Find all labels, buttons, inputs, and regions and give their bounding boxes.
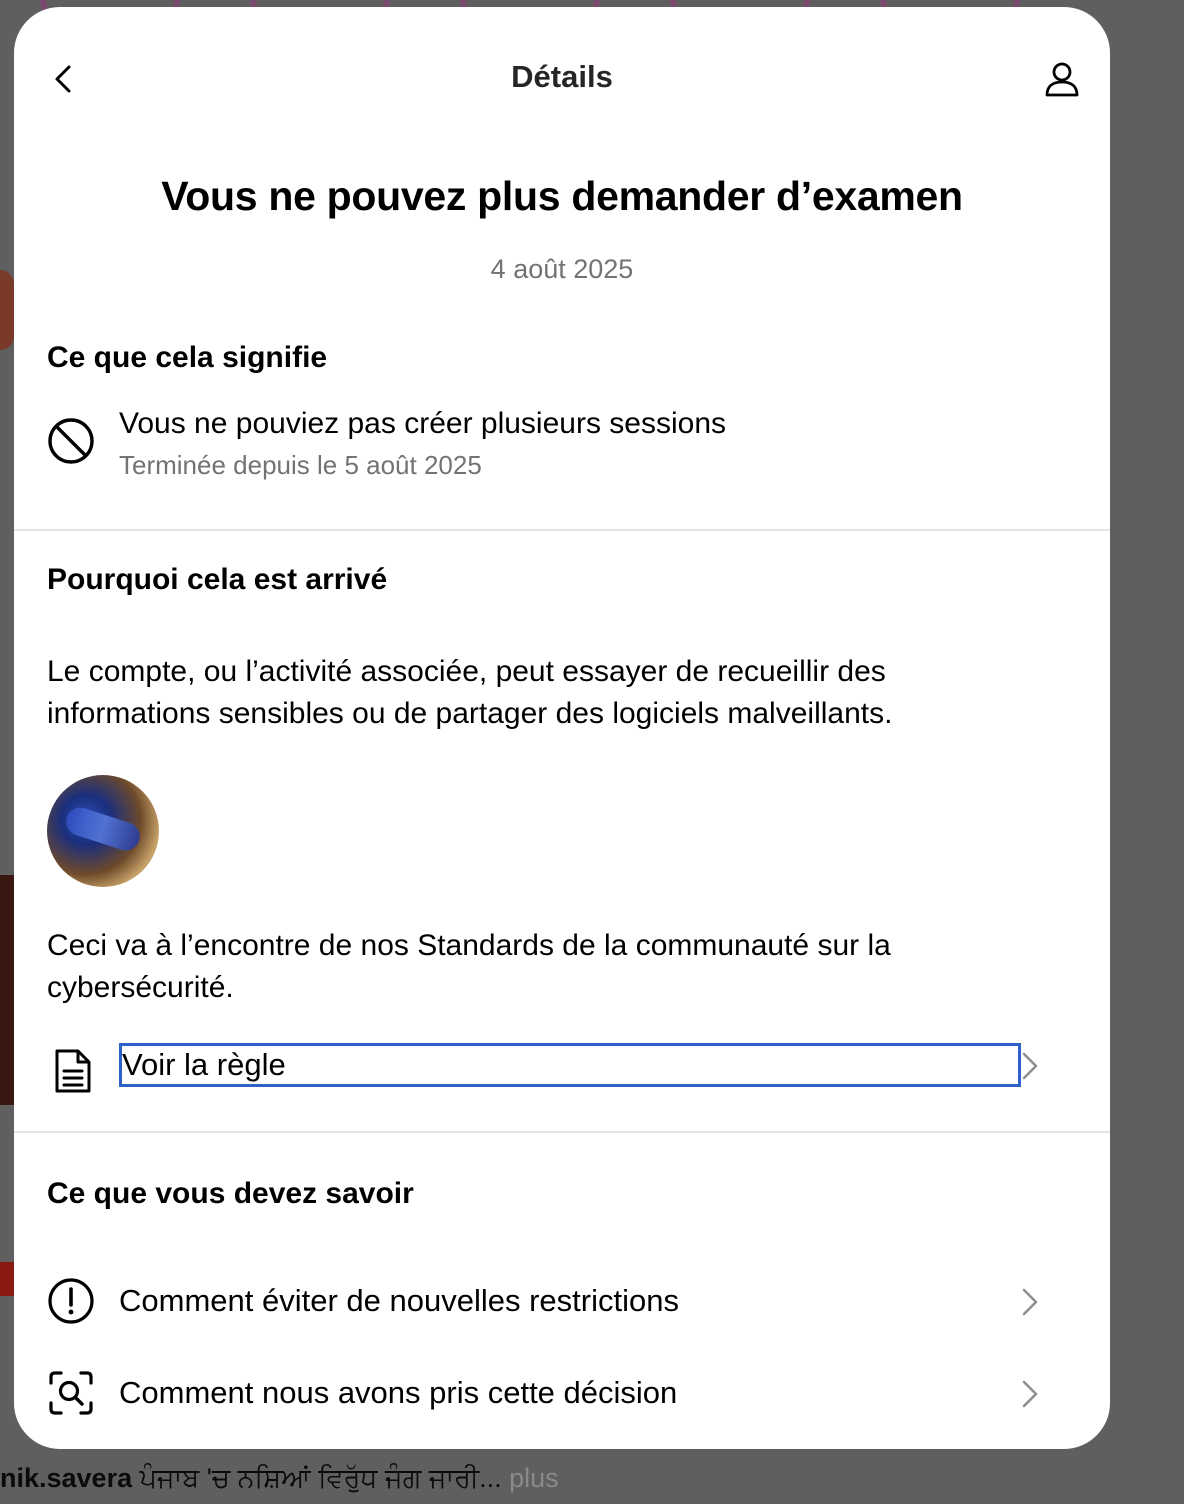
why-section: Pourquoi cela est arrivé Le compte, ou l… (14, 563, 1110, 1105)
caption-text: ਪੰਜਾਬ 'ਚ ਨਸ਼ਿਆਂ ਵਿਰੁੱਧ ਜੰਗ ਜਾਰੀ... (132, 1463, 502, 1493)
scan-search-icon (49, 1371, 93, 1415)
know-section: Ce que vous devez savoir Comment éviter … (14, 1177, 1110, 1439)
chevron-right-icon (1022, 1380, 1038, 1408)
meaning-section: Ce que cela signifie Vous ne pouviez pas… (14, 341, 1110, 495)
section-title: Pourquoi cela est arrivé (47, 563, 388, 596)
details-modal: Détails Vous ne pouvez plus demander d’e… (14, 7, 1110, 1449)
link-label: Comment éviter de nouvelles restrictions (119, 1283, 679, 1318)
modal-header: Détails (14, 7, 1110, 151)
page-title: Vous ne pouvez plus demander d’examen (161, 173, 963, 219)
caption-more-link: plus (501, 1463, 559, 1493)
profile-button[interactable] (1042, 59, 1082, 99)
chevron-right-icon (1022, 1052, 1038, 1080)
restriction-date: 4 août 2025 (490, 254, 634, 284)
prohibited-icon (48, 418, 94, 464)
divider (14, 1131, 1110, 1133)
restriction-status: Terminée depuis le 5 août 2025 (119, 450, 482, 480)
background-post-image (0, 875, 14, 1105)
header-title: Détails (511, 59, 613, 94)
exclamation-circle-icon (48, 1278, 94, 1324)
content-thumbnail (47, 775, 159, 887)
standards-text: Ceci va à l’encontre de nos Standards de… (47, 929, 891, 1004)
link-label: Comment nous avons pris cette décision (119, 1375, 678, 1410)
view-rule-link[interactable]: Voir la règle (47, 1041, 1077, 1105)
avoid-restrictions-link[interactable]: Comment éviter de nouvelles restrictions (47, 1255, 1077, 1347)
divider (14, 529, 1110, 531)
view-rule-label[interactable]: Voir la règle (119, 1043, 1021, 1087)
document-icon (55, 1049, 91, 1093)
user-icon (1045, 62, 1079, 97)
decision-process-link[interactable]: Comment nous avons pris cette décision (47, 1347, 1077, 1439)
restriction-item: Vous ne pouviez pas créer plusieurs sess… (47, 405, 1077, 495)
background-avatar (0, 270, 14, 350)
background-caption: nik.savera ਪੰਜਾਬ 'ਚ ਨਸ਼ਿਆਂ ਵਿਰੁੱਧ ਜੰਗ ਜਾ… (0, 1460, 700, 1496)
background-post-image (0, 1262, 14, 1296)
reason-text: Le compte, ou l’activité associée, peut … (47, 655, 893, 730)
caption-username: nik.savera (0, 1463, 133, 1493)
section-title: Ce que vous devez savoir (47, 1177, 414, 1210)
restriction-text: Vous ne pouviez pas créer plusieurs sess… (119, 407, 727, 440)
chevron-right-icon (1022, 1288, 1038, 1316)
section-title: Ce que cela signifie (47, 341, 328, 374)
